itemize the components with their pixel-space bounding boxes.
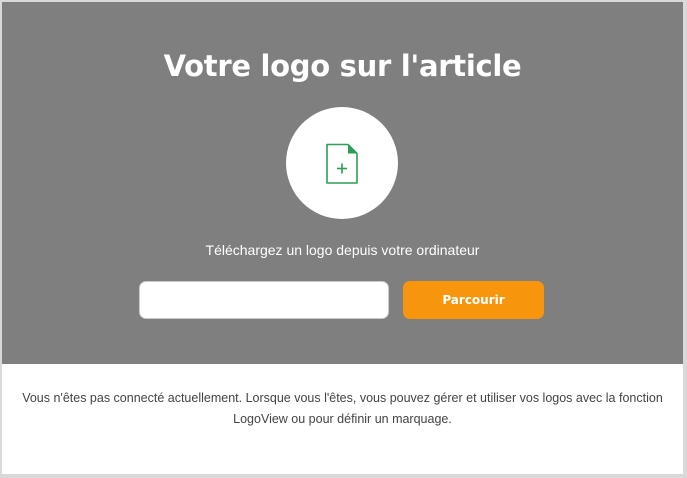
file-add-icon xyxy=(326,143,358,184)
dialog-title: Votre logo sur l'article xyxy=(163,49,522,83)
upload-panel: Votre logo sur l'article Téléchargez un … xyxy=(2,2,683,364)
upload-hint: Téléchargez un logo depuis votre ordinat… xyxy=(205,242,480,258)
logo-dropzone[interactable] xyxy=(286,107,398,219)
login-notice: Vous n'êtes pas connecté actuellement. L… xyxy=(22,391,663,426)
file-path-input[interactable] xyxy=(139,281,389,319)
browse-button[interactable]: Parcourir xyxy=(403,281,544,319)
logo-dialog: Votre logo sur l'article Téléchargez un … xyxy=(2,2,683,474)
